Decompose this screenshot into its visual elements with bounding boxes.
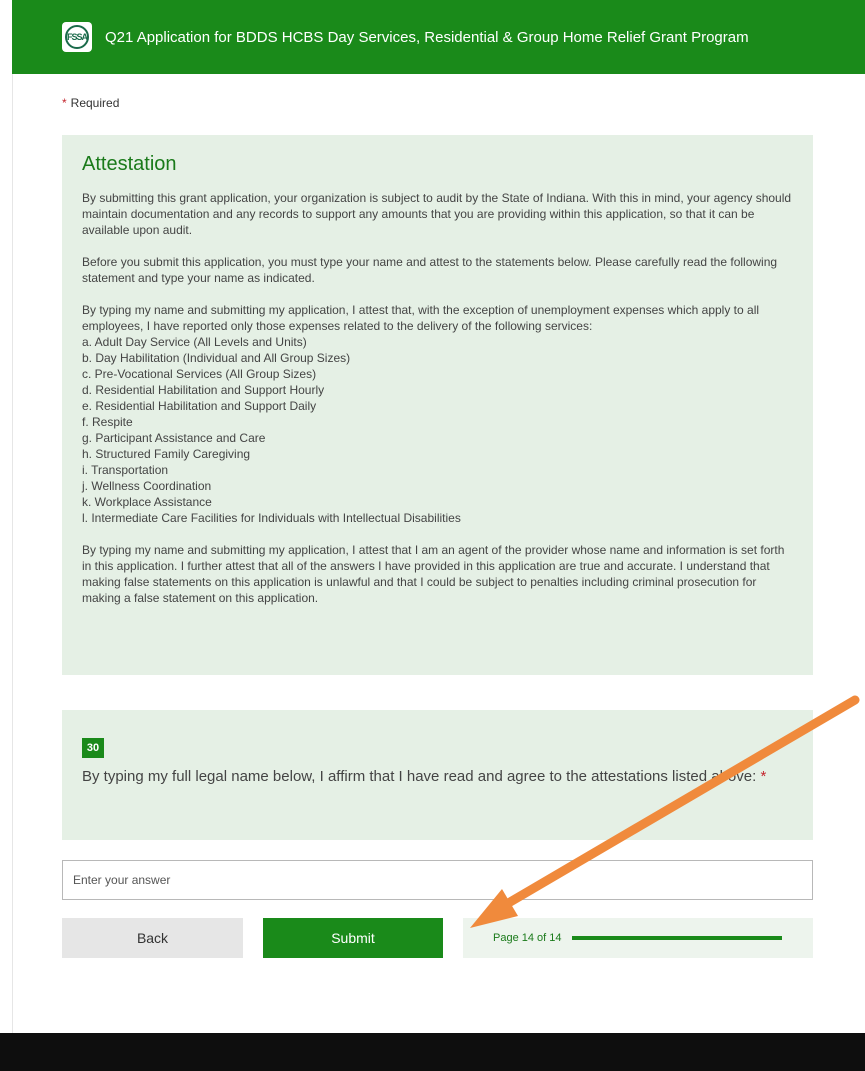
service-item: b. Day Habilitation (Individual and All … [82,351,351,365]
services-list: a. Adult Day Service (All Levels and Uni… [82,334,793,526]
service-item: h. Structured Family Caregiving [82,447,251,461]
question-number-badge: 30 [82,738,104,758]
progress-bar-fill [571,936,782,940]
service-item: k. Workplace Assistance [82,495,212,509]
form-page: FSSA Q21 Application for BDDS HCBS Day S… [0,0,865,1033]
required-star: * [62,96,67,110]
fssa-logo: FSSA [62,22,92,52]
service-item: g. Participant Assistance and Care [82,431,266,445]
left-rail [0,0,13,1033]
page-progress: Page 14 of 14 [463,918,813,958]
service-item: e. Residential Habilitation and Support … [82,399,317,413]
form-title: Q21 Application for BDDS HCBS Day Servic… [105,28,749,46]
attestation-section: Attestation By submitting this grant app… [62,135,813,675]
question-label: By typing my full legal name below, I af… [82,768,757,785]
back-button[interactable]: Back [62,918,243,958]
fssa-seal-icon: FSSA [65,25,89,49]
page-indicator: Page 14 of 14 [493,932,562,944]
service-item: c. Pre-Vocational Services (All Group Si… [82,367,317,381]
attestation-paragraph-agent: By typing my name and submitting my appl… [82,543,785,605]
question-30-section: 30 By typing my full legal name below, I… [62,710,813,840]
attestation-paragraph-services-intro: By typing my name and submitting my appl… [82,303,760,333]
service-item: l. Intermediate Care Facilities for Indi… [82,511,461,525]
attestation-paragraph-audit: By submitting this grant application, yo… [82,191,792,237]
full-name-input[interactable] [62,860,813,900]
submit-button[interactable]: Submit [263,918,443,958]
service-item: d. Residential Habilitation and Support … [82,383,325,397]
required-note: * Required [62,96,119,110]
dark-bottom-bar [0,1033,865,1071]
attestation-paragraph-instructions: Before you submit this application, you … [82,255,778,285]
form-header: FSSA Q21 Application for BDDS HCBS Day S… [12,0,865,74]
question-text: By typing my full legal name below, I af… [82,767,782,787]
attestation-title: Attestation [82,153,177,175]
question-required-star: * [760,768,767,785]
logo-text: FSSA [67,32,88,42]
service-item: j. Wellness Coordination [82,479,212,493]
service-item: i. Transportation [82,463,169,477]
progress-bar [571,936,782,940]
service-item: a. Adult Day Service (All Levels and Uni… [82,335,307,349]
attestation-body: By submitting this grant application, yo… [82,190,793,606]
service-item: f. Respite [82,415,133,429]
required-label: Required [70,96,120,110]
